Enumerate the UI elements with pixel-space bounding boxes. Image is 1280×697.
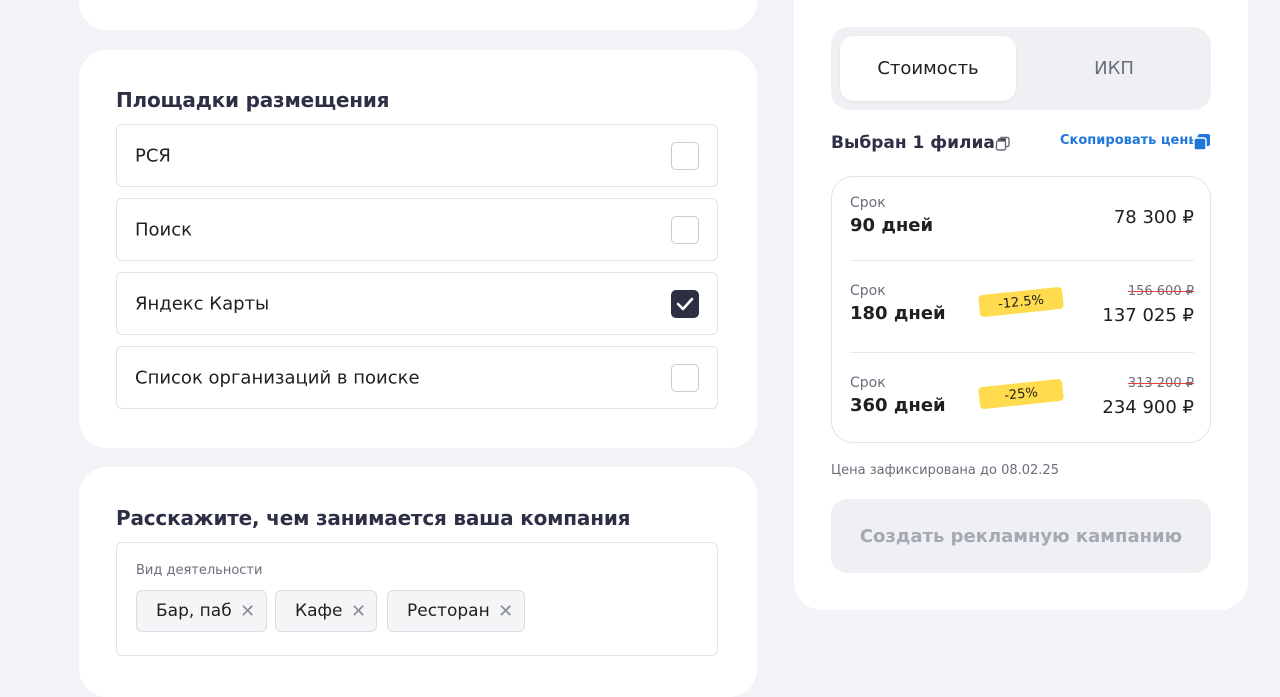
about-title: Расскажите, чем занимается ваша компания bbox=[116, 506, 631, 530]
copy-prices-link[interactable]: Скопировать цены bbox=[1060, 133, 1200, 148]
activity-chip-label: Ресторан bbox=[407, 601, 490, 621]
old-price: 313 200 ₽ bbox=[1127, 376, 1194, 391]
placement-option-rsya[interactable]: РСЯ bbox=[116, 124, 718, 187]
term-price: 234 900 ₽ bbox=[1102, 397, 1194, 418]
term-price: 137 025 ₽ bbox=[1102, 305, 1194, 326]
tab-ikp[interactable]: ИКП bbox=[1026, 36, 1202, 101]
activity-field[interactable]: Вид деятельности Бар, паб ✕ Кафе ✕ Ресто… bbox=[116, 542, 718, 656]
remove-chip-icon[interactable]: ✕ bbox=[350, 601, 366, 622]
remove-chip-icon[interactable]: ✕ bbox=[240, 601, 256, 622]
about-company-card: Расскажите, чем занимается ваша компания… bbox=[79, 467, 757, 697]
activity-chip-label: Кафе bbox=[295, 601, 343, 621]
placement-option-label: Поиск bbox=[135, 219, 193, 240]
placements-title: Площадки размещения bbox=[116, 88, 390, 112]
placement-option-label: Список организаций в поиске bbox=[135, 367, 420, 388]
term-label: Срок bbox=[850, 195, 886, 211]
term-label: Срок bbox=[850, 283, 886, 299]
activity-chip: Бар, паб ✕ bbox=[136, 590, 267, 632]
placement-checkbox-search[interactable] bbox=[671, 215, 699, 244]
divider bbox=[850, 352, 1194, 353]
placement-option-org-list[interactable]: Список организаций в поиске bbox=[116, 346, 718, 409]
placement-checkbox-rsya[interactable] bbox=[671, 141, 699, 170]
term-duration: 360 дней bbox=[850, 395, 946, 416]
old-price: 156 600 ₽ bbox=[1127, 284, 1194, 299]
activity-chip-label: Бар, паб bbox=[156, 601, 232, 621]
placement-option-yandex-maps[interactable]: Яндекс Карты bbox=[116, 272, 718, 335]
activity-chip: Ресторан ✕ bbox=[387, 590, 525, 632]
term-duration: 180 дней bbox=[850, 303, 946, 324]
placement-option-search[interactable]: Поиск bbox=[116, 198, 718, 261]
activity-field-label: Вид деятельности bbox=[136, 563, 263, 578]
placement-checkbox-org-list[interactable] bbox=[671, 363, 699, 392]
divider bbox=[850, 260, 1194, 261]
branch-title: Выбран 1 филиал bbox=[831, 133, 1008, 153]
previous-section-card bbox=[79, 0, 757, 30]
copy-prices-icon[interactable] bbox=[1193, 133, 1211, 151]
term-price: 78 300 ₽ bbox=[1113, 207, 1194, 228]
discount-badge: -25% bbox=[978, 378, 1064, 410]
create-campaign-button[interactable]: Создать рекламную кампанию bbox=[831, 499, 1211, 573]
price-fixed-note: Цена зафиксирована до 08.02.25 bbox=[831, 463, 1059, 478]
pricing-tabs: Стоимость ИКП bbox=[831, 27, 1211, 110]
placements-card: Площадки размещения РСЯ Поиск Яндекс Кар… bbox=[79, 50, 757, 448]
price-list: Срок 90 дней 78 300 ₽ Срок 180 дней -12.… bbox=[831, 176, 1211, 443]
remove-chip-icon[interactable]: ✕ bbox=[498, 601, 514, 622]
pricing-card: Стоимость ИКП Выбран 1 филиал Скопироват… bbox=[794, 0, 1248, 610]
checkmark-icon bbox=[676, 297, 694, 310]
term-duration: 90 дней bbox=[850, 215, 934, 236]
copy-icon[interactable] bbox=[995, 136, 1011, 152]
placement-option-label: РСЯ bbox=[135, 145, 171, 166]
placement-checkbox-yandex-maps[interactable] bbox=[671, 289, 699, 318]
activity-chip: Кафе ✕ bbox=[275, 590, 378, 632]
discount-badge: -12.5% bbox=[978, 286, 1064, 318]
tab-cost[interactable]: Стоимость bbox=[840, 36, 1016, 101]
placement-option-label: Яндекс Карты bbox=[135, 293, 270, 314]
term-label: Срок bbox=[850, 375, 886, 391]
